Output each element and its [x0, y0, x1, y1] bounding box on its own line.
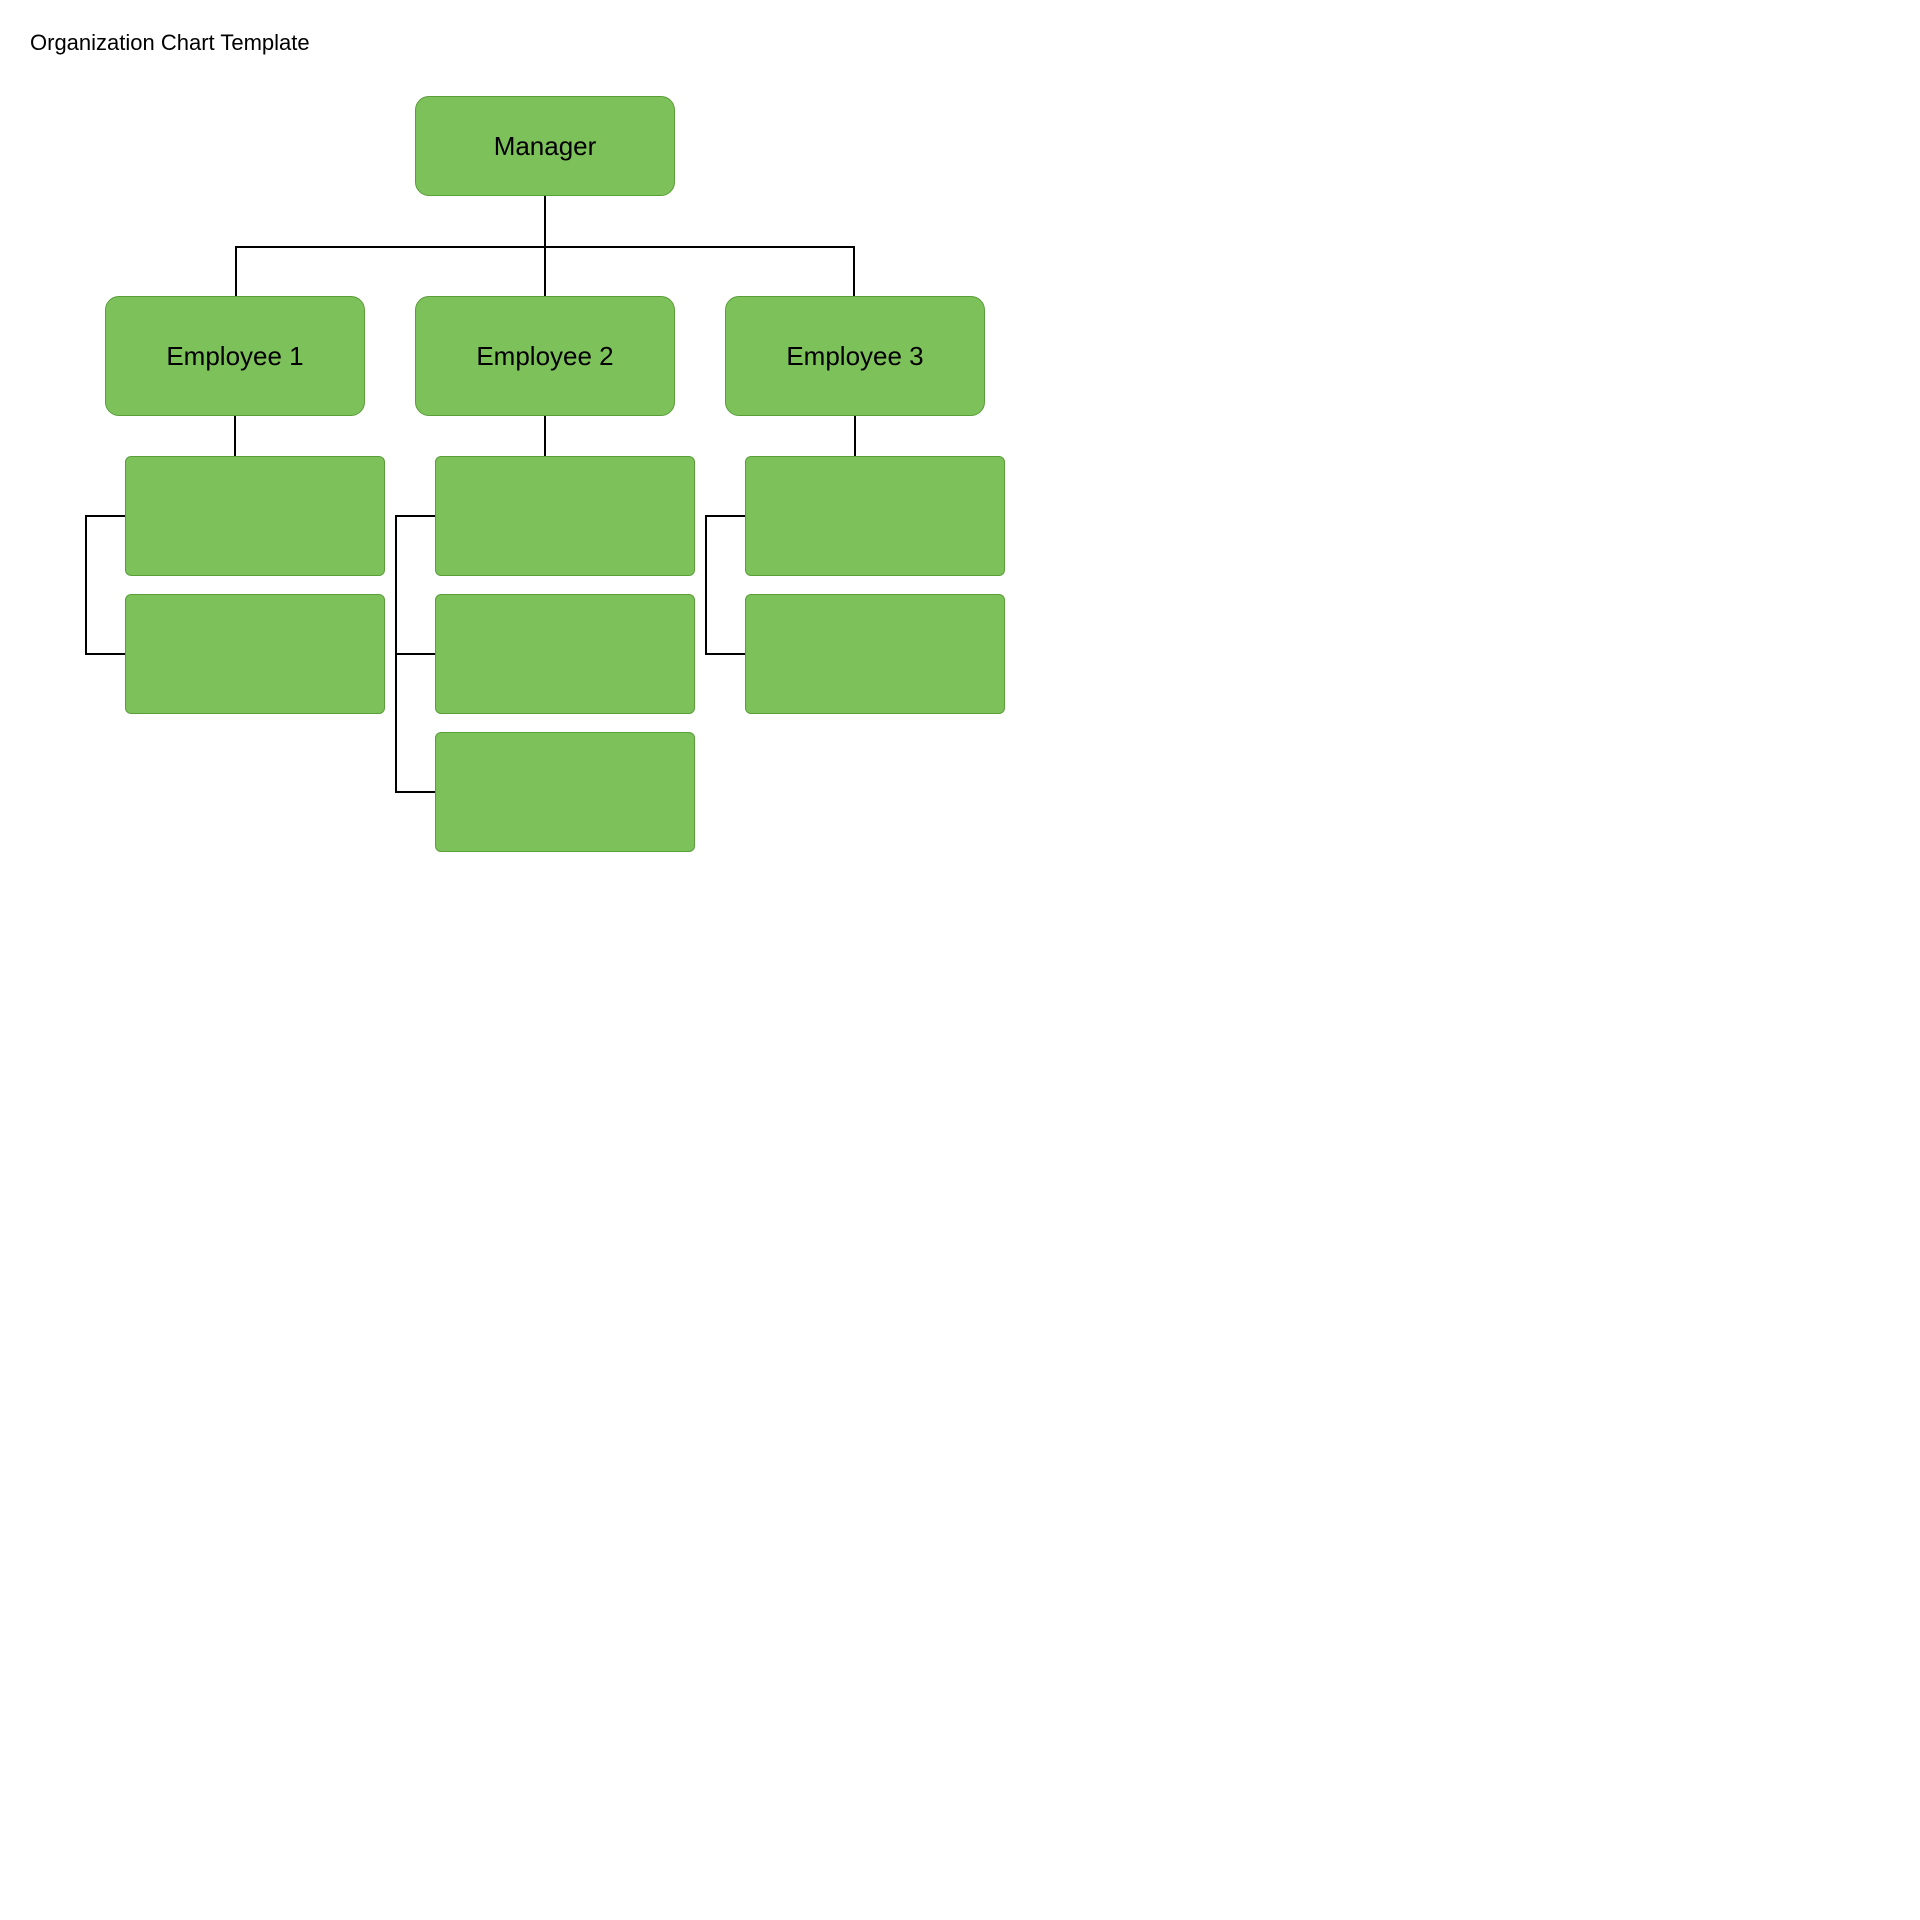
emp-column-2: Employee 2 [415, 296, 675, 852]
emp2-v-connector [544, 416, 546, 456]
emp1-sub-tree [85, 456, 385, 714]
employee-3-label: Employee 3 [786, 341, 923, 372]
emp2-sub-row-3 [395, 732, 695, 852]
emp1-sub-node-2 [125, 594, 385, 714]
emp3-sub-h-stub-2 [705, 653, 745, 655]
employee-2-label: Employee 2 [476, 341, 613, 372]
employee-1-node: Employee 1 [105, 296, 365, 416]
emp1-sub-node-1 [125, 456, 385, 576]
emp2-sub-tree [395, 456, 695, 852]
emp2-sub-h-stub-3 [395, 791, 435, 793]
level-manager: Manager [415, 96, 675, 196]
emp2-sub-h-stub-2 [395, 653, 435, 655]
v-drop-2 [544, 246, 546, 296]
emp3-sub-h-stub-1 [705, 515, 745, 517]
v-drop-3 [853, 246, 855, 296]
three-cols: Employee 1 [105, 296, 985, 852]
h-line-row [105, 246, 985, 296]
emp1-v-connector [234, 416, 236, 456]
emp2-sub-row-1 [395, 456, 695, 576]
emp1-sub-row-1 [85, 456, 385, 576]
v-drop-1 [235, 246, 237, 296]
org-chart: Manager Employee 1 [30, 96, 1060, 852]
emp1-sub-h-stub-2 [85, 653, 125, 655]
employee-3-node: Employee 3 [725, 296, 985, 416]
emp2-sub-node-3 [435, 732, 695, 852]
emp3-sub-row-1 [705, 456, 1005, 576]
emp-column-1: Employee 1 [105, 296, 365, 714]
emp3-v-connector [854, 416, 856, 456]
emp2-sub-node-1 [435, 456, 695, 576]
manager-label: Manager [494, 131, 597, 162]
employee-2-node: Employee 2 [415, 296, 675, 416]
emp2-v-rail [395, 516, 397, 792]
emp3-sub-tree [705, 456, 1005, 714]
manager-connector [544, 196, 546, 246]
page-title: Organization Chart Template [30, 30, 1060, 56]
emp1-v-rail [85, 516, 87, 654]
emp3-v-rail [705, 516, 707, 654]
emp2-sub-row-2 [395, 594, 695, 714]
emp3-sub-row-2 [705, 594, 1005, 714]
emp1-sub-row-2 [85, 594, 385, 714]
emp-column-3: Employee 3 [725, 296, 985, 714]
emp2-sub-node-2 [435, 594, 695, 714]
emp2-sub-h-stub-1 [395, 515, 435, 517]
emp3-sub-node-2 [745, 594, 1005, 714]
emp1-sub-h-stub-1 [85, 515, 125, 517]
emp3-sub-node-1 [745, 456, 1005, 576]
employee-1-label: Employee 1 [166, 341, 303, 372]
manager-node: Manager [415, 96, 675, 196]
